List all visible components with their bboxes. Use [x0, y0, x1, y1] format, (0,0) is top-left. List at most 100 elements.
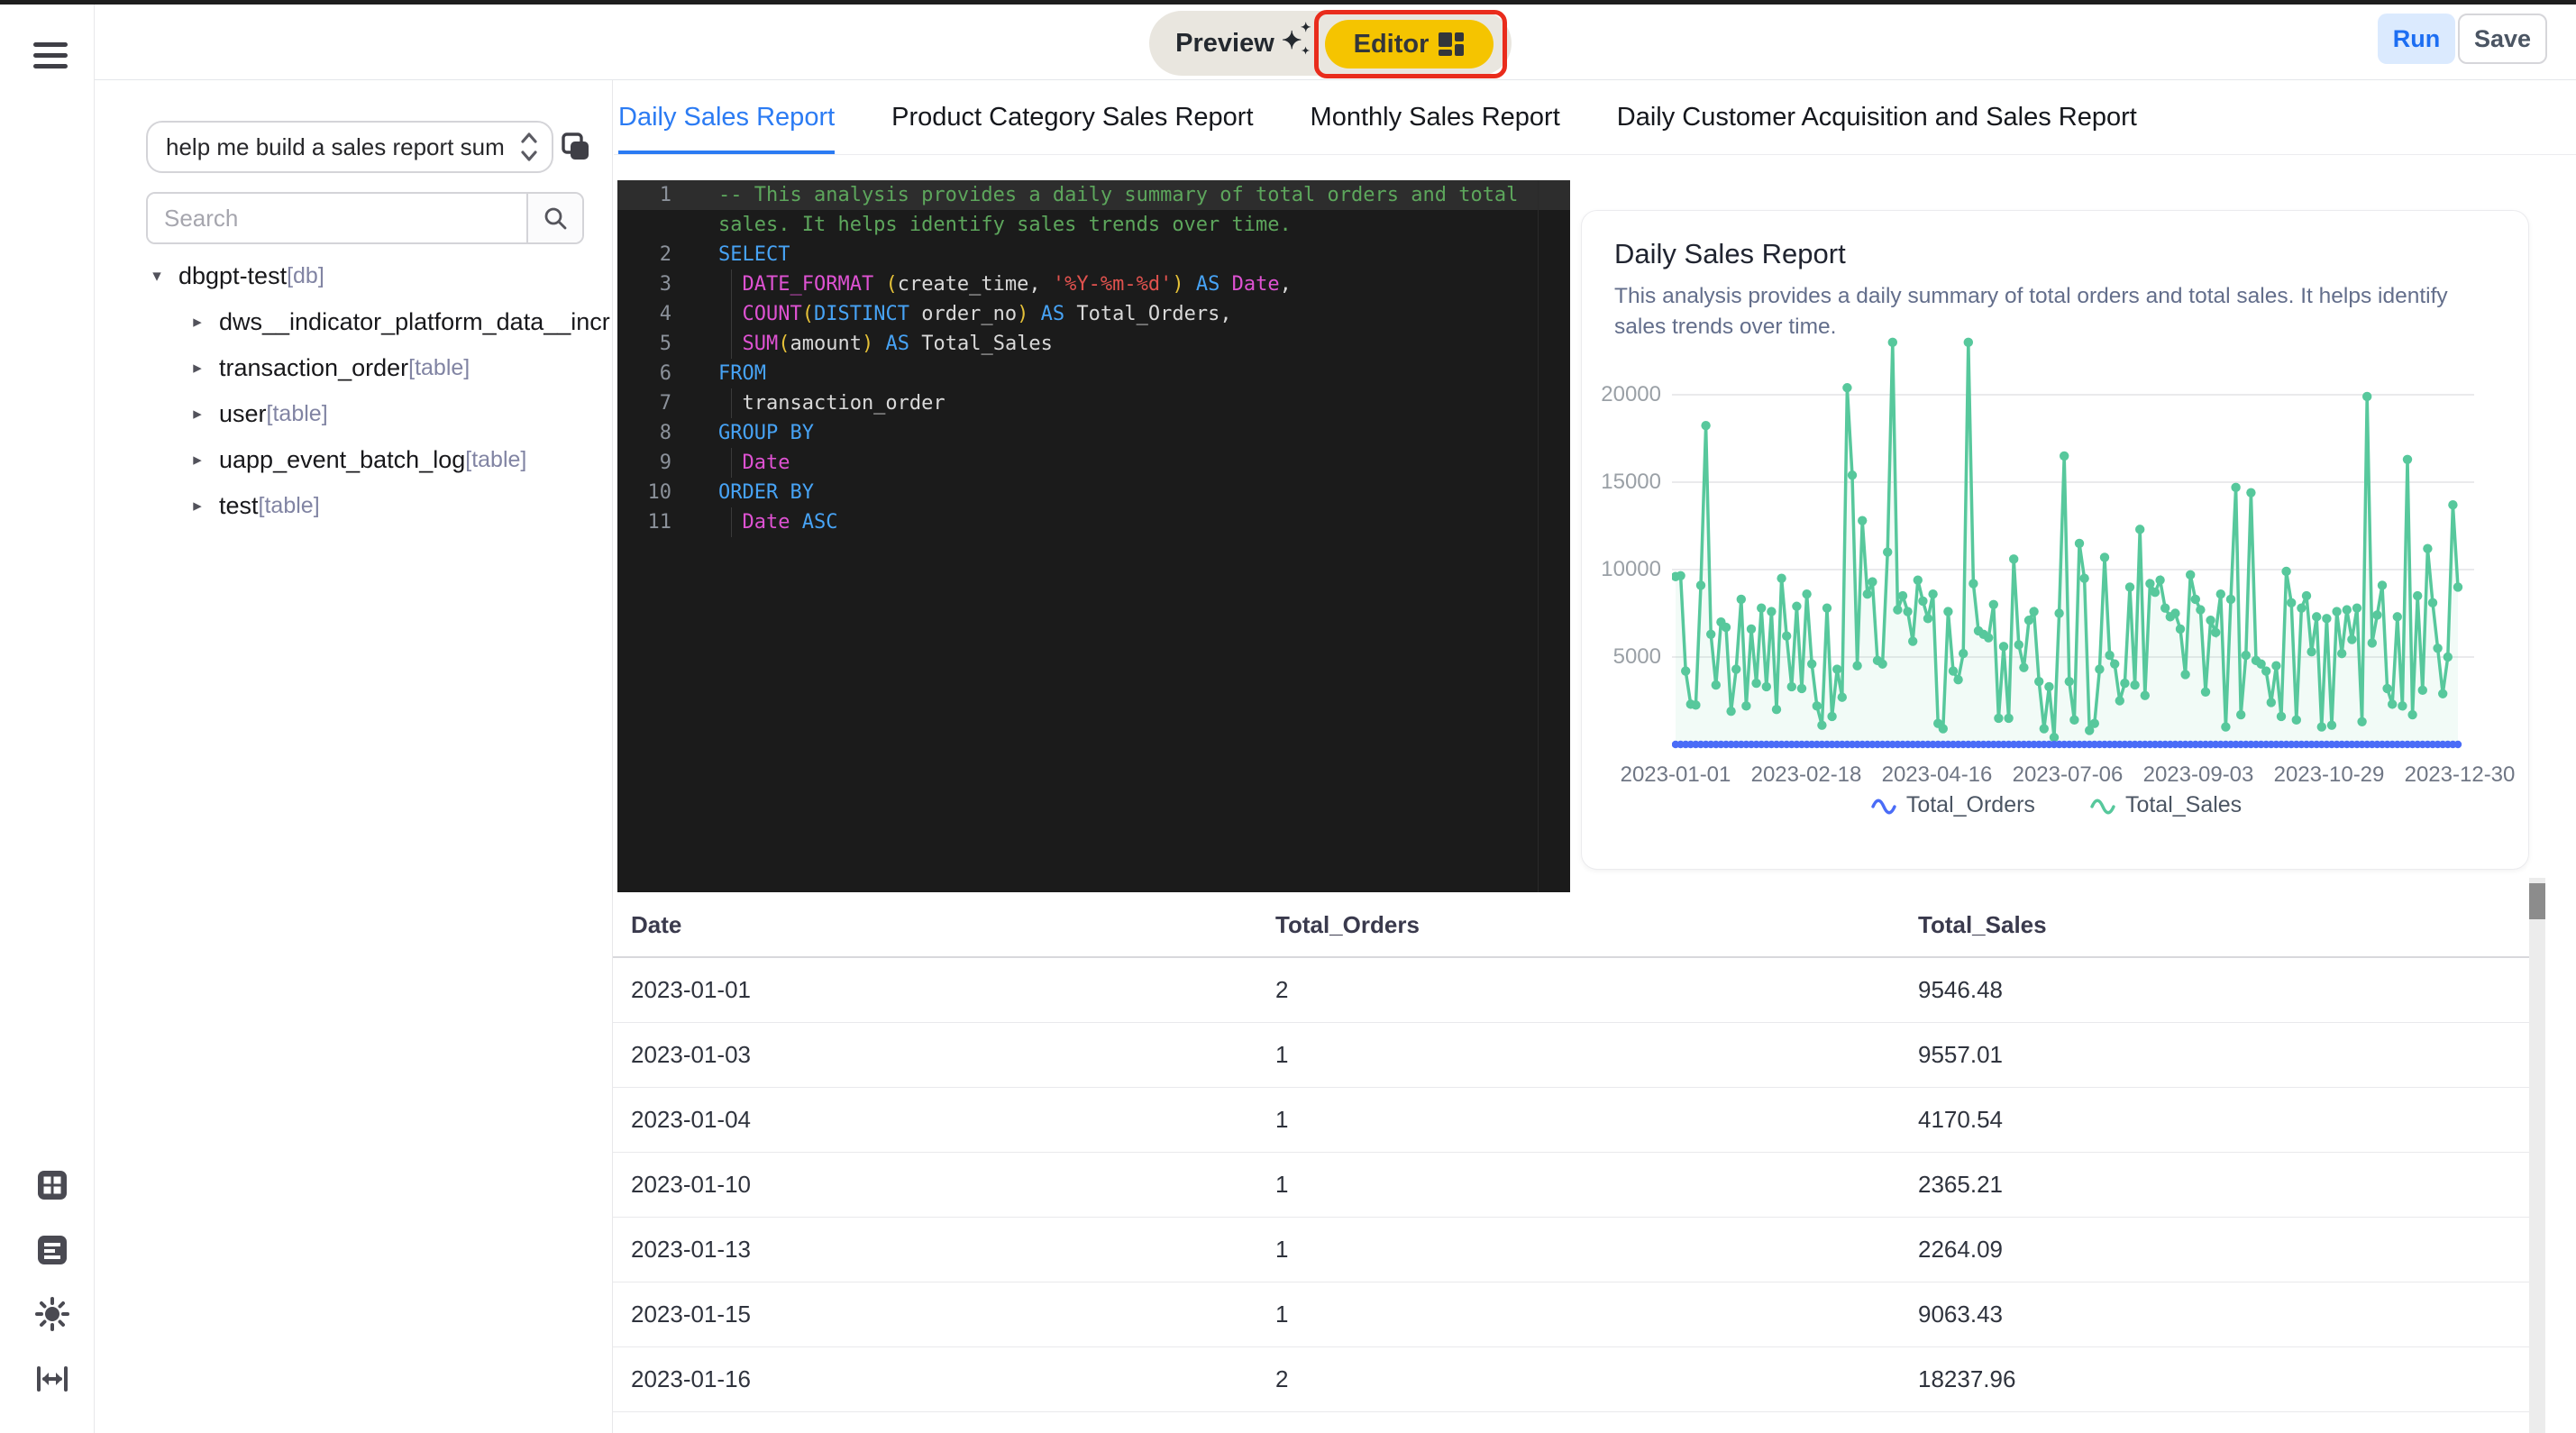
- search-button[interactable]: [526, 194, 582, 242]
- run-button[interactable]: Run: [2378, 14, 2455, 64]
- legend-item-total_orders[interactable]: Total_Orders: [1870, 792, 2035, 818]
- code-text: Date ASC: [718, 507, 837, 537]
- tree-item-dws__indicator_platform_data__incr[interactable]: ▸ dws__indicator_platform_data__incr: [96, 299, 613, 345]
- code-text: GROUP BY: [718, 418, 814, 448]
- tree-item-label: dbgpt-test: [178, 262, 287, 290]
- table-cell: 1: [1275, 1171, 1918, 1199]
- code-line: 10ORDER BY: [617, 478, 1570, 507]
- code-text: COUNT(DISTINCT order_no) AS Total_Orders…: [718, 299, 1232, 329]
- search-icon: [543, 205, 568, 231]
- code-line: 2SELECT: [617, 240, 1570, 269]
- sql-code-editor[interactable]: 1-- This analysis provides a daily summa…: [617, 180, 1570, 892]
- sparkles-icon: ✦✦✦: [1282, 25, 1312, 61]
- line-number: 1: [617, 180, 671, 210]
- code-text: sales. It helps identify sales trends ov…: [718, 210, 1292, 240]
- line-number: 8: [617, 418, 671, 448]
- table-cell: 2023-01-13: [613, 1236, 1275, 1264]
- tree-item-transaction_order[interactable]: ▸ transaction_order[table]: [96, 345, 613, 391]
- table-cell: 1: [1275, 1236, 1918, 1264]
- dashboard-grid-icon: [1438, 31, 1465, 58]
- table-cell: 1: [1275, 1041, 1918, 1069]
- search-box: [146, 192, 584, 244]
- caret-right-icon[interactable]: ▸: [188, 496, 206, 516]
- tree-item-label: transaction_order: [219, 354, 408, 382]
- prompt-select[interactable]: [146, 121, 553, 173]
- table-header-row: DateTotal_OrdersTotal_Sales: [613, 893, 2529, 958]
- line-number: 11: [617, 507, 671, 537]
- tree-item-type-tag: [db]: [287, 263, 324, 289]
- table-cell: 2023-01-01: [613, 976, 1275, 1004]
- chart-title: Daily Sales Report: [1614, 238, 1846, 270]
- table-cell: 2023-01-10: [613, 1171, 1275, 1199]
- code-line: 4 COUNT(DISTINCT order_no) AS Total_Orde…: [617, 299, 1570, 329]
- copy-icon[interactable]: [560, 131, 592, 163]
- wave-icon: [2089, 796, 2116, 816]
- table-row: 2023-01-1012365.21: [613, 1153, 2529, 1218]
- chart-card: Daily Sales Report This analysis provide…: [1581, 210, 2529, 870]
- wave-icon: [1870, 796, 1897, 816]
- table-scrollbar-thumb[interactable]: [2529, 883, 2545, 919]
- document-icon[interactable]: [34, 1232, 70, 1268]
- tree-item-type-tag: [table]: [408, 355, 470, 381]
- legend-label: Total_Orders: [1906, 792, 2035, 818]
- tree-item-uapp_event_batch_log[interactable]: ▸uapp_event_batch_log[table]: [96, 437, 613, 483]
- tree-item-label: test: [219, 492, 259, 520]
- prompt-input[interactable]: [166, 133, 508, 161]
- line-number: 6: [617, 359, 671, 388]
- caret-down-icon[interactable]: ▾: [148, 266, 166, 287]
- table-row: 2023-01-1519063.43: [613, 1282, 2529, 1347]
- table-cell: 1: [1275, 1106, 1918, 1134]
- save-button[interactable]: Save: [2458, 14, 2547, 64]
- table-cell: 9063.43: [1918, 1301, 2529, 1328]
- code-line: sales. It helps identify sales trends ov…: [617, 210, 1570, 240]
- tree-item-dbgpt-test[interactable]: ▾ dbgpt-test[db]: [96, 253, 613, 299]
- editor-button[interactable]: Editor: [1325, 20, 1494, 68]
- line-number: 9: [617, 448, 671, 478]
- editor-scrollbar-track: [1538, 180, 1539, 892]
- table-cell: 2023-01-16: [613, 1365, 1275, 1393]
- tab-daily-sales-report[interactable]: Daily Sales Report: [618, 80, 835, 154]
- tree-item-user[interactable]: ▸user[table]: [96, 391, 613, 437]
- chart-legend: Total_Orders Total_Sales: [1582, 792, 2530, 818]
- result-table: DateTotal_OrdersTotal_Sales2023-01-01295…: [613, 893, 2529, 1412]
- table-row: 2023-01-0414170.54: [613, 1088, 2529, 1153]
- table-cell: 2023-01-04: [613, 1106, 1275, 1134]
- x-axis-label: 2023-12-30: [2383, 762, 2536, 788]
- code-line: 7 transaction_order: [617, 388, 1570, 418]
- tab-product-category-sales-report[interactable]: Product Category Sales Report: [891, 80, 1253, 154]
- code-line: 9 Date: [617, 448, 1570, 478]
- tab-daily-customer-acquisition-and-sales-report[interactable]: Daily Customer Acquisition and Sales Rep…: [1617, 80, 2137, 154]
- table-cell: 2: [1275, 1365, 1918, 1393]
- table-cell: 2365.21: [1918, 1171, 2529, 1199]
- caret-right-icon[interactable]: ▸: [188, 450, 206, 470]
- menu-icon[interactable]: [33, 42, 68, 69]
- caret-right-icon[interactable]: ▸: [188, 312, 206, 333]
- tree-item-test[interactable]: ▸test[table]: [96, 483, 613, 529]
- table-cell: 2023-01-15: [613, 1301, 1275, 1328]
- resize-width-icon[interactable]: [34, 1361, 70, 1397]
- select-spinner-icon[interactable]: [519, 129, 539, 165]
- table-cell: 2: [1275, 976, 1918, 1004]
- theme-sun-icon[interactable]: [34, 1296, 70, 1332]
- code-line: 3 DATE_FORMAT (create_time, '%Y-%m-%d') …: [617, 269, 1570, 299]
- table-cell: 2023-01-03: [613, 1041, 1275, 1069]
- y-axis-label: 15000: [1571, 469, 1661, 496]
- table-row: 2023-01-0319557.01: [613, 1023, 2529, 1088]
- code-line: 1-- This analysis provides a daily summa…: [617, 180, 1570, 210]
- caret-right-icon[interactable]: ▸: [188, 404, 206, 424]
- legend-label: Total_Sales: [2125, 792, 2242, 818]
- tree-item-label: dws__indicator_platform_data__incr: [219, 308, 610, 336]
- code-line: 6FROM: [617, 359, 1570, 388]
- search-input[interactable]: [148, 194, 526, 242]
- preview-button[interactable]: Preview ✦✦✦: [1149, 11, 1338, 76]
- caret-right-icon[interactable]: ▸: [188, 358, 206, 379]
- table-cell: 4170.54: [1918, 1106, 2529, 1134]
- code-text: DATE_FORMAT (create_time, '%Y-%m-%d') AS…: [718, 269, 1292, 299]
- legend-item-total_sales[interactable]: Total_Sales: [2089, 792, 2242, 818]
- code-text: Date: [718, 448, 790, 478]
- code-text: SUM(amount) AS Total_Sales: [718, 329, 1053, 359]
- apps-grid-icon[interactable]: [34, 1167, 70, 1203]
- table-scrollbar-track[interactable]: [2529, 878, 2545, 1433]
- tab-monthly-sales-report[interactable]: Monthly Sales Report: [1311, 80, 1560, 154]
- code-line: 5 SUM(amount) AS Total_Sales: [617, 329, 1570, 359]
